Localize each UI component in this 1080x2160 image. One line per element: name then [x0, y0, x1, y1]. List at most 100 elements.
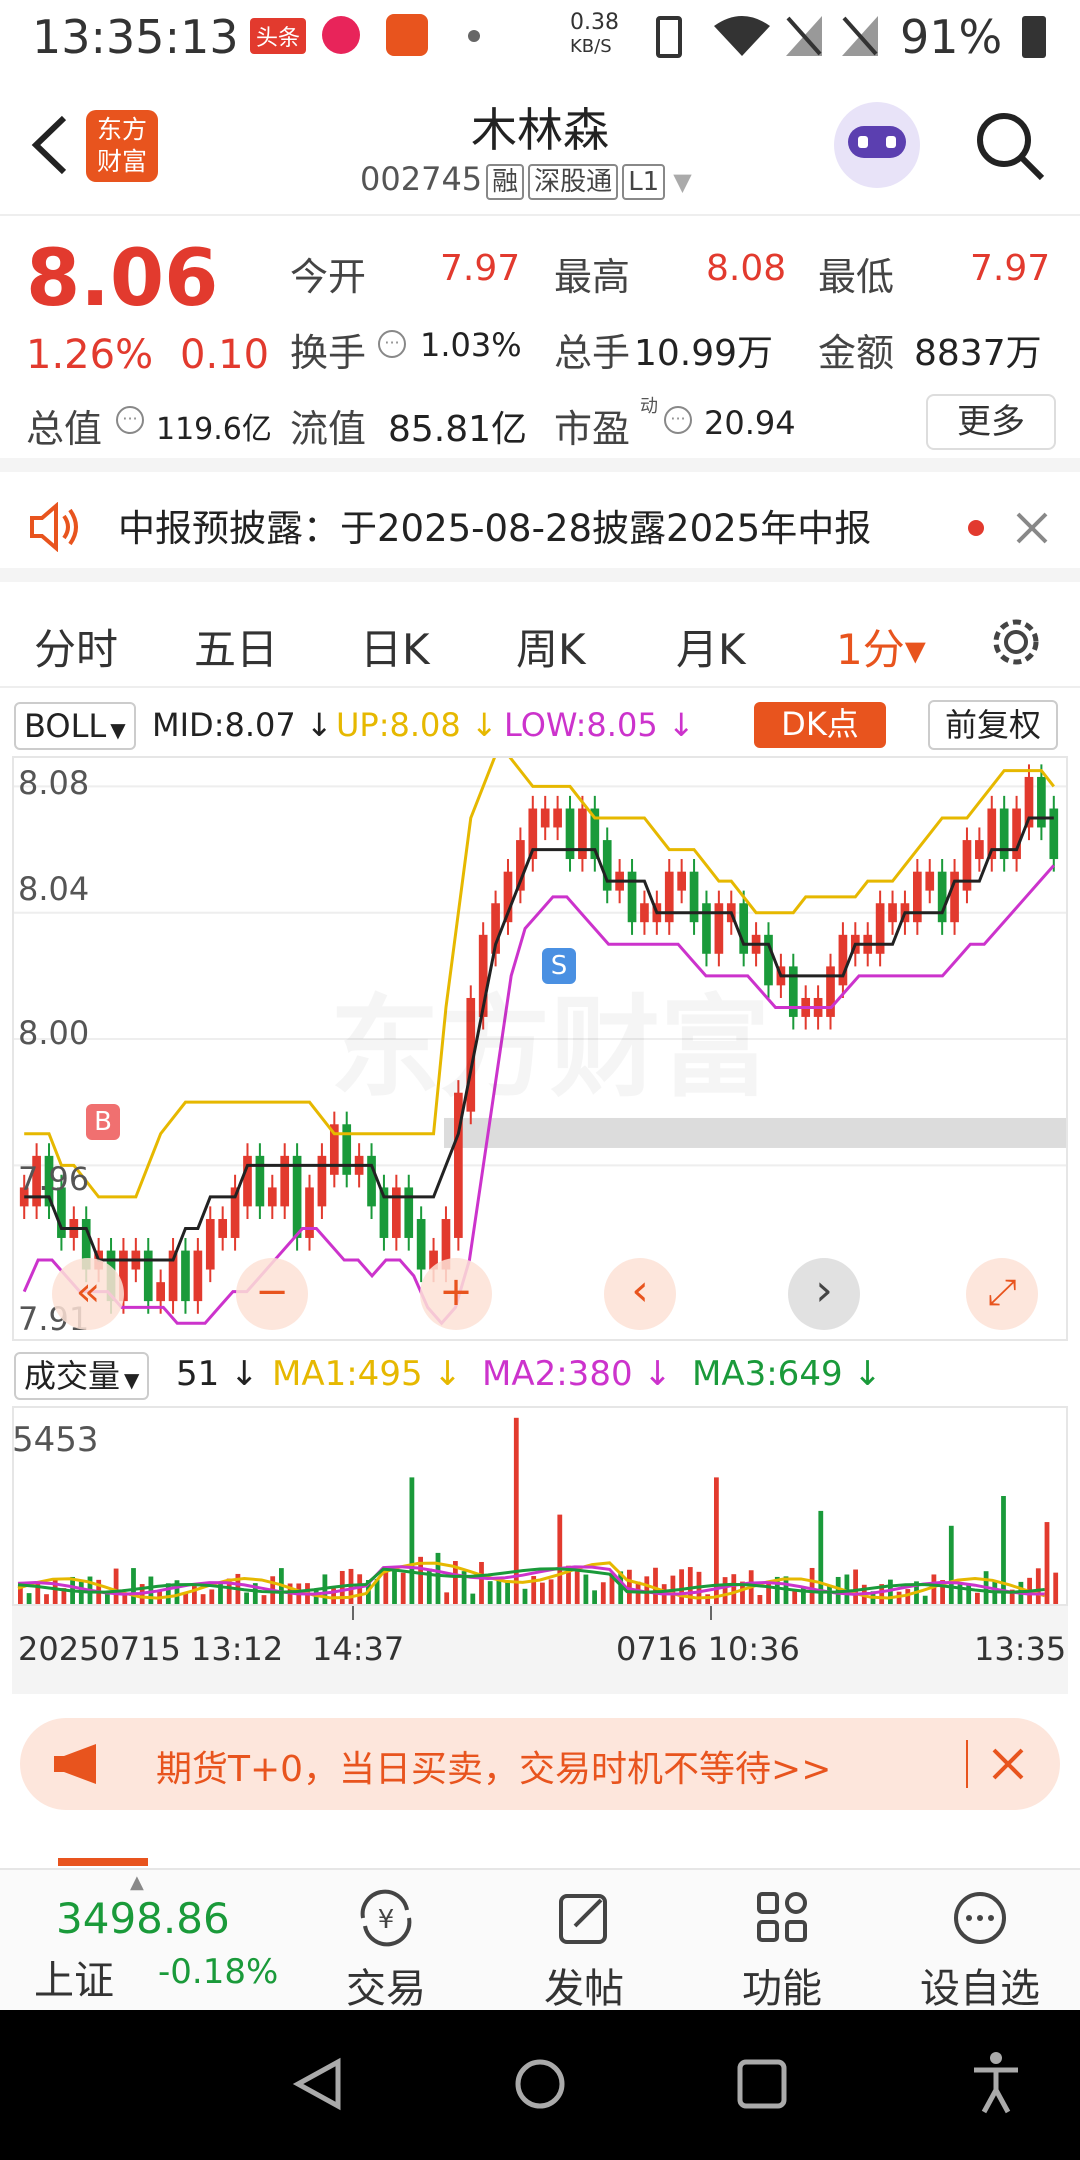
volume-value: 51 ↓ — [176, 1354, 259, 1394]
volume-bar — [200, 1594, 206, 1604]
search-icon[interactable] — [972, 108, 1048, 184]
toutiao-badge: 头条 — [250, 18, 307, 54]
volume-bar — [644, 1576, 650, 1604]
dk-point-button[interactable]: DK点 — [754, 702, 886, 748]
eastmoney-logo[interactable]: 东方 财富 — [86, 110, 158, 182]
sell-signal-s[interactable]: S — [542, 948, 576, 984]
pe-sup: 动 — [640, 396, 658, 417]
turnover-value: 1.03% — [420, 326, 522, 364]
volume-bar — [1053, 1572, 1059, 1604]
post-button[interactable]: 发帖 — [504, 1888, 664, 2014]
tab-monthly-k[interactable]: 月K — [676, 616, 746, 677]
buy-signal-b[interactable]: B — [86, 1104, 120, 1140]
volume-bar — [853, 1569, 858, 1604]
notice-bar[interactable]: 中报预披露：于2025-08-28披露2025年中报 — [0, 472, 1080, 582]
fullscreen-button[interactable]: ⤢ — [966, 1258, 1038, 1330]
battery-icon — [1022, 16, 1046, 58]
candle — [565, 808, 575, 860]
candle — [875, 903, 885, 954]
volume-bar — [44, 1594, 49, 1604]
candle — [392, 1187, 401, 1238]
volume-bar — [679, 1569, 684, 1604]
status-time: 13:35:13 — [32, 10, 239, 64]
volume-bar — [931, 1574, 937, 1604]
volume-bar — [583, 1574, 589, 1604]
candle — [404, 1187, 414, 1238]
volume-bar — [522, 1588, 528, 1604]
tab-intraday[interactable]: 分时 — [34, 616, 118, 677]
settings-gear-icon[interactable] — [988, 614, 1044, 670]
candle — [640, 903, 649, 923]
close-icon[interactable] — [990, 1746, 1026, 1782]
volume-bar — [548, 1579, 554, 1604]
volume-bar — [131, 1568, 136, 1604]
candle — [540, 808, 550, 828]
nav-recents-icon[interactable] — [734, 2056, 790, 2112]
high-label: 最高 — [554, 255, 631, 299]
tab-five-day[interactable]: 五日 — [194, 616, 278, 677]
tab-daily-k[interactable]: 日K — [360, 616, 430, 677]
candle — [677, 871, 686, 891]
date-label-end: 13:35 — [974, 1630, 1067, 1668]
volume-name: 成交量 — [24, 1357, 121, 1395]
battery-percent: 91% — [900, 10, 1003, 64]
zoom-in-button[interactable]: + — [420, 1258, 492, 1330]
reference-band — [444, 1117, 1066, 1148]
more-button[interactable]: 更多 — [926, 394, 1056, 450]
volume-bar — [574, 1571, 580, 1604]
mktcap-value: 119.6亿 — [156, 412, 272, 447]
nav-back-icon[interactable] — [290, 2056, 346, 2112]
nav-home-icon[interactable] — [512, 2056, 568, 2112]
ai-robot-icon[interactable] — [834, 102, 920, 188]
candle — [1049, 808, 1059, 860]
info-icon[interactable]: ··· — [664, 406, 692, 434]
volume-selector[interactable]: 成交量 ▼ — [14, 1352, 150, 1400]
zoom-out-button[interactable]: − — [236, 1258, 308, 1330]
volume-chart[interactable]: 5453 — [12, 1406, 1068, 1606]
candle — [838, 934, 848, 986]
indicator-selector[interactable]: BOLL ▼ — [14, 702, 136, 750]
price-chart[interactable]: 东方财富 8.08 8.04 8.00 7.96 7.91 B S « − + … — [12, 756, 1068, 1341]
index-widget[interactable]: ▲ 3498.86 上证 -0.18% — [30, 1872, 290, 2004]
volume-bar — [827, 1584, 832, 1604]
apps-grid-icon — [757, 1892, 807, 1942]
candle — [788, 966, 798, 1017]
stock-code: 002745 — [360, 160, 483, 198]
volume-bar — [400, 1572, 406, 1604]
futures-promo-banner[interactable]: 期货T+0，当日买卖，交易时机不等待>> — [20, 1718, 1060, 1810]
close-icon[interactable] — [1014, 510, 1050, 546]
candle — [267, 1187, 277, 1207]
trade-button[interactable]: ¥ 交易 — [306, 1888, 466, 2014]
candle — [999, 808, 1009, 860]
low-value: 7.97 — [970, 248, 1051, 289]
functions-button[interactable]: 功能 — [702, 1888, 862, 2014]
stock-code-row[interactable]: 002745 融深股通 L1 ▼ — [360, 160, 692, 200]
candle — [243, 1155, 252, 1207]
volume-ma3: MA3:649 ↓ — [692, 1354, 882, 1394]
back-icon[interactable] — [22, 110, 82, 180]
info-icon[interactable]: ··· — [378, 330, 406, 358]
y-tick-7.96: 7.96 — [18, 1160, 90, 1198]
tab-weekly-k[interactable]: 周K — [516, 616, 586, 677]
signal-off-icon-2 — [842, 16, 878, 56]
volume-bar — [244, 1592, 249, 1604]
candle — [826, 966, 835, 1017]
candle — [962, 840, 972, 891]
logo-line2: 财富 — [96, 147, 147, 176]
scroll-right-button[interactable]: › — [788, 1258, 860, 1330]
candle — [305, 1187, 314, 1238]
forward-adjust-button[interactable]: 前复权 — [928, 700, 1058, 750]
turnover-label: 换手 — [290, 331, 367, 375]
tab-1min[interactable]: 1分▾ — [836, 616, 926, 677]
volume-ma2: MA2:380 ↓ — [482, 1354, 672, 1394]
notice-dot-icon — [968, 520, 984, 536]
info-icon[interactable]: ··· — [116, 406, 144, 434]
low-label: 最低 — [818, 255, 895, 299]
indicator-bar: BOLL ▼ MID:8.07 ↓ UP:8.08 ↓ LOW:8.05 ↓ DK… — [0, 696, 1080, 756]
scroll-left-button[interactable]: ‹ — [604, 1258, 676, 1330]
accessibility-icon[interactable] — [968, 2050, 1024, 2114]
candle — [367, 1155, 376, 1207]
add-watchlist-button[interactable]: 设自选 — [900, 1888, 1060, 2014]
volume-bar — [653, 1567, 658, 1604]
scroll-left-fast-button[interactable]: « — [52, 1258, 124, 1330]
